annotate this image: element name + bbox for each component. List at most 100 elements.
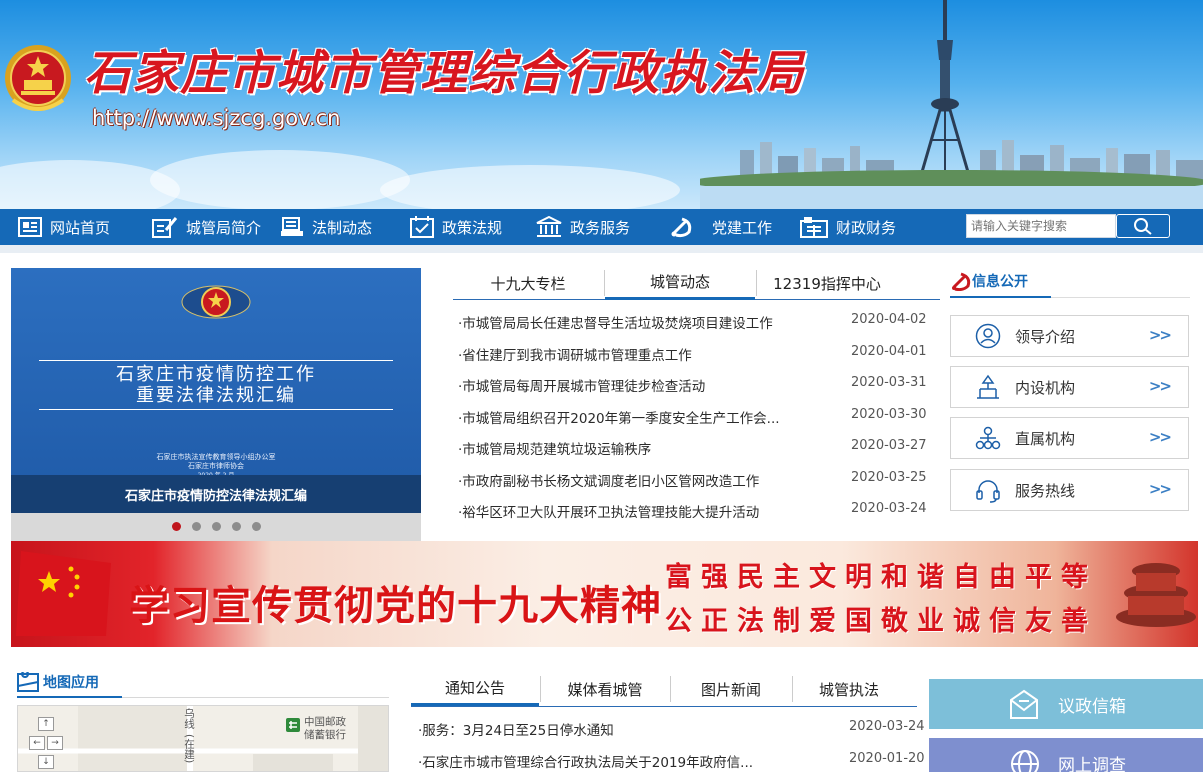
news-date: 2020-03-31 [851, 375, 927, 390]
party-banner[interactable]: 学习宣传贯彻党的十九大精神 富强民主文明和谐自由平等 公正法制爱国敬业诚信友善 [11, 541, 1198, 647]
news-title[interactable]: ·市城管局局长任建忠督导生活垃圾焚烧项目建设工作 [458, 312, 798, 332]
edit-icon [152, 217, 178, 238]
nav-item-services[interactable]: 政务服务 [536, 209, 630, 245]
news-date: 2020-03-25 [851, 469, 927, 485]
map-icon [17, 672, 39, 692]
notice-date: 2020-03-24 [849, 719, 925, 734]
mail-icon [1010, 689, 1038, 719]
map-widget[interactable]: ↑ ← → ↓ 乌线 (在建) 中国邮政 储蓄银行 [17, 705, 389, 772]
nav-label: 政务服务 [570, 218, 631, 237]
tab-city-news[interactable]: 城管动态 [605, 266, 755, 300]
nav-item-home[interactable]: 网站首页 [18, 209, 110, 245]
news-title[interactable]: ·市城管局每周开展城市管理徒步检查活动 [458, 375, 798, 395]
tab-notices[interactable]: 通知公告 [411, 672, 539, 706]
nav-item-finance[interactable]: 财政财务 [800, 209, 896, 245]
news-date: 2020-03-24 [851, 501, 927, 516]
slider-dot[interactable] [191, 522, 201, 531]
headset-icon [976, 480, 1000, 503]
info-item-label: 直属机构 [1015, 429, 1076, 448]
map-header: 地图应用 [17, 668, 389, 698]
tab-command-center[interactable]: 12319指挥中心 [757, 266, 897, 300]
tab-nineteenth-congress[interactable]: 十九大专栏 [453, 266, 603, 300]
map-pan-down-button[interactable]: ↓ [38, 755, 54, 769]
info-public-header: 信息公开 [950, 266, 1190, 298]
nav-label: 财政财务 [836, 218, 897, 237]
tab-media[interactable]: 媒体看城管 [541, 672, 669, 706]
slide-caption[interactable]: 石家庄市疫情防控法律法规汇编 [11, 475, 421, 513]
map-pan-right-button[interactable]: → [47, 736, 63, 750]
emblem-icon [181, 285, 251, 319]
tab-photo-news[interactable]: 图片新闻 [671, 672, 791, 706]
slider-dot[interactable] [231, 522, 241, 531]
nav-item-policy[interactable]: 政策法规 [410, 209, 502, 245]
notice-title[interactable]: ·服务：3月24日至25日停水通知 [418, 719, 778, 739]
chevron-right-icon: >> [1148, 326, 1172, 344]
temple-of-heaven-icon [1116, 563, 1196, 627]
info-item-label: 服务热线 [1015, 481, 1076, 500]
notice-title[interactable]: ·石家庄市城市管理综合行政执法局关于2019年政府信... [418, 751, 778, 771]
image-slider[interactable]: 石家庄市疫情防控工作 重要法律法规汇编 石家庄市执法宣传教育领导小组办公室 石家… [11, 268, 421, 546]
news-item[interactable]: ·市城管局组织召开2020年第一季度安全生产工作会... 2020-03-30 [458, 407, 928, 433]
map-road-label: (在建) [183, 734, 195, 764]
info-item-label: 内设机构 [1015, 378, 1076, 397]
slider-dot[interactable] [211, 522, 221, 531]
building-icon [536, 216, 562, 237]
map-road-label: 乌线 [183, 708, 195, 729]
news-item[interactable]: ·市城管局每周开展城市管理徒步检查活动 2020-03-31 [458, 375, 928, 401]
city-skyline-image [700, 0, 1203, 209]
slider-dot[interactable] [171, 522, 181, 531]
slide-image[interactable]: 石家庄市疫情防控工作 重要法律法规汇编 石家庄市执法宣传教育领导小组办公室 石家… [11, 268, 421, 513]
site-title: 石家庄市城市管理综合行政执法局 [84, 46, 804, 101]
slider-dots [11, 522, 421, 531]
nav-label: 网站首页 [50, 218, 111, 237]
info-item-leaders[interactable]: 领导介绍 >> [950, 315, 1189, 357]
nav-item-legal-news[interactable]: 法制动态 [280, 209, 372, 245]
info-item-hotline[interactable]: 服务热线 >> [950, 469, 1189, 511]
news-title[interactable]: ·市城管局组织召开2020年第一季度安全生产工作会... [458, 407, 798, 427]
nav-label: 法制动态 [312, 218, 373, 237]
map-title[interactable]: 地图应用 [17, 668, 122, 698]
search-input[interactable] [966, 214, 1116, 238]
slide-title: 石家庄市疫情防控工作 重要法律法规汇编 [39, 360, 393, 410]
checklist-icon [410, 216, 434, 238]
news-date: 2020-03-27 [851, 438, 927, 453]
nav-item-party[interactable]: 党建工作 [670, 209, 772, 245]
notice-tabs: 通知公告 媒体看城管 图片新闻 城管执法 [411, 672, 917, 707]
nav-shadow-band [0, 245, 1203, 253]
info-item-internal-units[interactable]: 内设机构 >> [950, 366, 1189, 408]
person-icon [975, 323, 1001, 349]
suggestion-mailbox-button[interactable]: 议政信箱 [929, 679, 1203, 729]
slider-dot[interactable] [251, 522, 261, 531]
org-tree-icon [977, 374, 999, 399]
news-item[interactable]: ·裕华区环卫大队开展环卫执法管理技能大提升活动 2020-03-24 [458, 501, 928, 527]
online-survey-button[interactable]: 网上调查 [929, 738, 1203, 772]
map-pan-up-button[interactable]: ↑ [38, 717, 54, 731]
news-item[interactable]: ·市政府副秘书长杨文斌调度老旧小区管网改造工作 2020-03-25 [458, 470, 928, 496]
post-bank-icon [286, 718, 300, 732]
info-public-title-text: 信息公开 [972, 274, 1028, 290]
finance-icon [800, 217, 828, 238]
flag-icon [16, 551, 111, 636]
site-header: 石家庄市城市管理综合行政执法局 http://www.sjzcg.gov.cn [0, 0, 1203, 209]
notice-item[interactable]: ·服务：3月24日至25日停水通知 2020-03-24 [418, 719, 925, 745]
national-emblem-logo[interactable] [3, 40, 73, 116]
news-title[interactable]: ·裕华区环卫大队开展环卫执法管理技能大提升活动 [458, 501, 798, 521]
news-date: 2020-04-01 [851, 343, 927, 359]
map-pan-left-button[interactable]: ← [29, 736, 45, 750]
party-emblem-icon [671, 217, 692, 238]
news-title[interactable]: ·市城管局规范建筑垃圾运输秩序 [458, 438, 798, 458]
banner-slogan: 学习宣传贯彻党的十九大精神 [129, 583, 662, 629]
tab-enforcement[interactable]: 城管执法 [793, 672, 905, 706]
news-title[interactable]: ·省住建厅到我市调研城市管理重点工作 [458, 344, 798, 364]
search-button[interactable] [1116, 214, 1170, 238]
nav-item-intro[interactable]: 城管局简介 [152, 209, 261, 245]
news-item[interactable]: ·市城管局规范建筑垃圾运输秩序 2020-03-27 [458, 438, 928, 464]
nav-label: 政策法规 [442, 218, 503, 237]
info-item-affiliated-units[interactable]: 直属机构 >> [950, 417, 1189, 459]
news-item[interactable]: ·省住建厅到我市调研城市管理重点工作 2020-04-01 [458, 344, 928, 370]
notice-item[interactable]: ·石家庄市城市管理综合行政执法局关于2019年政府信... 2020-01-20 [418, 751, 925, 772]
nav-label: 党建工作 [712, 218, 773, 237]
news-title[interactable]: ·市政府副秘书长杨文斌调度老旧小区管网改造工作 [458, 470, 798, 490]
news-item[interactable]: ·市城管局局长任建忠督导生活垃圾焚烧项目建设工作 2020-04-02 [458, 312, 928, 338]
info-public-title[interactable]: 信息公开 [950, 266, 1051, 298]
